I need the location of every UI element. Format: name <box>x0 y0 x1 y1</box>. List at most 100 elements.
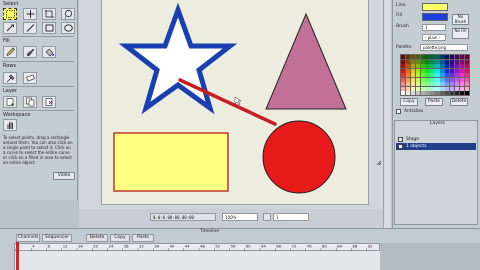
palette-swatch[interactable] <box>464 77 469 82</box>
palette-swatch[interactable] <box>405 68 411 73</box>
palette-swatch[interactable] <box>464 55 469 59</box>
palette-swatch[interactable] <box>440 55 445 59</box>
palette-swatch[interactable] <box>401 55 406 59</box>
tab-sequencer[interactable]: Sequencer <box>42 234 72 242</box>
brush-tool-icon[interactable] <box>23 46 37 58</box>
palette-swatch[interactable] <box>401 82 406 86</box>
palette-swatch[interactable] <box>415 68 421 73</box>
triangle-shape[interactable] <box>265 12 347 110</box>
palette-swatch[interactable] <box>459 64 465 68</box>
palette-swatch[interactable] <box>405 64 411 68</box>
palette-swatch[interactable] <box>435 73 440 77</box>
palette-swatch[interactable] <box>449 55 455 59</box>
resize-handle-icon[interactable] <box>376 160 382 166</box>
palette-swatch[interactable] <box>415 77 421 82</box>
palette-swatch[interactable] <box>464 64 469 68</box>
palette-swatch[interactable] <box>430 77 435 82</box>
palette-swatch[interactable] <box>410 86 416 91</box>
no-fill-button[interactable]: No Fill <box>452 28 469 39</box>
select-tool-icon[interactable] <box>3 8 17 20</box>
palette-swatch[interactable] <box>435 82 440 86</box>
palette-swatch[interactable] <box>420 82 425 86</box>
palette-swatch[interactable] <box>410 73 416 77</box>
palette-copy-button[interactable]: Copy <box>400 98 418 106</box>
palette-swatch[interactable] <box>430 73 435 77</box>
palette-swatch[interactable] <box>459 82 465 86</box>
layer-row[interactable]: 1 objects <box>396 143 476 150</box>
palette-swatch[interactable] <box>435 91 440 95</box>
palette-swatch[interactable] <box>464 59 469 64</box>
palette-swatch[interactable] <box>459 73 465 77</box>
palette-swatch[interactable] <box>420 64 425 68</box>
palette-swatch[interactable] <box>405 73 411 77</box>
palette-swatch[interactable] <box>430 68 435 73</box>
palette-swatch[interactable] <box>430 82 435 86</box>
pen-tool-icon[interactable] <box>3 22 17 34</box>
crop-tool-icon[interactable] <box>42 8 56 20</box>
ellipse-tool-icon[interactable] <box>61 22 75 34</box>
palette-swatch[interactable] <box>425 91 430 95</box>
palette-swatch[interactable] <box>435 64 440 68</box>
palette-swatch[interactable] <box>405 86 411 91</box>
palette-swatch[interactable] <box>440 68 445 73</box>
zoom-field[interactable]: 100% <box>222 213 258 221</box>
eraser-tool-icon[interactable] <box>23 72 37 84</box>
palette-paste-button[interactable]: Paste <box>425 98 443 106</box>
palette-swatch[interactable] <box>405 55 411 59</box>
layer-row[interactable]: Stage <box>396 136 476 143</box>
visibility-icon[interactable] <box>398 137 403 142</box>
palette-swatch[interactable] <box>449 73 455 77</box>
page-field[interactable]: 1 <box>273 213 309 221</box>
palette-swatch[interactable] <box>410 77 416 82</box>
palette-swatch[interactable] <box>415 73 421 77</box>
stage-vertical-scrollbar[interactable] <box>383 0 391 228</box>
palette-swatch[interactable] <box>459 91 465 95</box>
palette-swatch[interactable] <box>435 77 440 82</box>
palette-swatch[interactable] <box>425 59 430 64</box>
palette-swatch[interactable] <box>420 86 425 91</box>
palette-swatch[interactable] <box>415 86 421 91</box>
palette-swatch[interactable] <box>415 82 421 86</box>
palette-swatch[interactable] <box>430 55 435 59</box>
line-tool-icon[interactable] <box>23 22 37 34</box>
eyedropper-tool-icon[interactable] <box>3 72 17 84</box>
hand-tool-icon[interactable] <box>3 119 17 131</box>
palette-swatch[interactable] <box>449 82 455 86</box>
palette-swatch[interactable] <box>420 91 425 95</box>
palette-swatch[interactable] <box>454 59 460 64</box>
palette-swatch[interactable] <box>420 55 425 59</box>
palette-swatch[interactable] <box>425 64 430 68</box>
palette-swatch[interactable] <box>449 64 455 68</box>
palette-swatch[interactable] <box>440 82 445 86</box>
palette-swatch[interactable] <box>425 86 430 91</box>
palette-swatch[interactable] <box>449 59 455 64</box>
rect-tool-icon[interactable] <box>42 22 56 34</box>
palette-swatch[interactable] <box>440 91 445 95</box>
palette-swatch[interactable] <box>410 64 416 68</box>
palette-swatch[interactable] <box>401 77 406 82</box>
layer-delete-icon[interactable] <box>42 96 56 108</box>
timeline-frames[interactable] <box>14 251 380 270</box>
palette-swatch[interactable] <box>445 55 450 59</box>
palette-swatch[interactable] <box>449 68 455 73</box>
palette-swatch[interactable] <box>445 91 450 95</box>
layer-new-icon[interactable] <box>3 96 17 108</box>
stroke-color-swatch[interactable] <box>422 3 448 11</box>
palette-swatch[interactable] <box>459 55 465 59</box>
palette-swatch[interactable] <box>445 77 450 82</box>
palette-swatch[interactable] <box>445 68 450 73</box>
palette-swatch[interactable] <box>401 59 406 64</box>
timeline-delete-button[interactable]: Delete <box>86 234 108 242</box>
video-button[interactable]: Video <box>53 172 75 180</box>
palette-swatch[interactable] <box>401 64 406 68</box>
palette-swatch[interactable] <box>430 91 435 95</box>
palette-swatch[interactable] <box>454 68 460 73</box>
palette-swatch[interactable] <box>464 86 469 91</box>
palette-swatch[interactable] <box>401 68 406 73</box>
palette-swatch[interactable] <box>425 77 430 82</box>
palette-swatch[interactable] <box>405 59 411 64</box>
palette-swatch[interactable] <box>445 82 450 86</box>
palette-swatch[interactable] <box>425 68 430 73</box>
palette-swatch[interactable] <box>420 68 425 73</box>
palette-swatch[interactable] <box>445 86 450 91</box>
